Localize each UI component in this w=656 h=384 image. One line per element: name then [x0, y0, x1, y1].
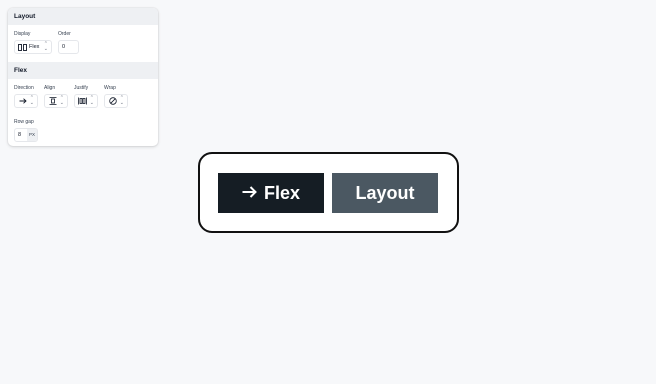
display-label: Display: [14, 31, 31, 37]
direction-select[interactable]: ⌃ ⌄: [14, 94, 38, 108]
flex-container-preview: Flex Layout: [198, 152, 459, 233]
row-gap-row: Row gap 8 PX: [8, 113, 158, 145]
direction-label: Direction: [14, 85, 34, 91]
align-field: Align ⌃ ⌄: [44, 79, 68, 113]
chevron-up-down-icon: ⌃ ⌄: [43, 41, 48, 52]
display-value: Flex: [29, 44, 40, 50]
row-gap-value: 8: [18, 132, 22, 138]
display-field: Display Flex ⌃ ⌄: [14, 25, 52, 62]
display-select[interactable]: Flex ⌃ ⌄: [14, 40, 52, 54]
wrap-select[interactable]: ⌃ ⌄: [104, 94, 128, 108]
no-wrap-icon: [108, 97, 117, 105]
order-input[interactable]: 0: [58, 40, 79, 54]
justify-icon: [78, 97, 87, 105]
row-gap-field: Row gap 8 PX: [14, 113, 38, 145]
justify-label: Justify: [74, 85, 89, 91]
order-field: Order 0: [58, 25, 79, 62]
wrap-label: Wrap: [104, 85, 116, 91]
chevron-up-down-icon: ⌃ ⌄: [59, 95, 64, 106]
align-label: Align: [44, 85, 56, 91]
layout-section-title: Layout: [8, 8, 158, 25]
justify-select[interactable]: ⌃ ⌄: [74, 94, 98, 108]
flex-button-label: Flex: [263, 182, 301, 203]
justify-field: Justify ⌃ ⌄: [74, 79, 98, 113]
flex-section-title: Flex: [8, 62, 158, 79]
chevron-up-down-icon: ⌃ ⌄: [119, 95, 124, 106]
row-gap-unit[interactable]: PX: [26, 129, 37, 141]
arrow-right-icon: [18, 97, 27, 105]
chevron-up-down-icon: ⌃ ⌄: [89, 95, 94, 106]
order-label: Order: [58, 31, 71, 37]
row-gap-input[interactable]: 8 PX: [14, 128, 38, 142]
flex-button[interactable]: Flex: [218, 173, 324, 213]
layout-button[interactable]: Layout: [332, 173, 438, 213]
direction-field: Direction ⌃ ⌄: [14, 79, 38, 113]
row-gap-label: Row gap: [14, 119, 34, 125]
flex-row: Direction ⌃ ⌄ Align ⌃ ⌄ Justify ⌃ ⌄ Wrap…: [8, 79, 158, 113]
properties-panel: Layout Display Flex ⌃ ⌄ Order 0 Flex Dire…: [8, 8, 158, 146]
align-center-icon: [48, 97, 57, 105]
flex-layout-icon: [18, 43, 27, 51]
order-value: 0: [62, 44, 66, 50]
arrow-right-icon: [242, 183, 257, 203]
chevron-up-down-icon: ⌃ ⌄: [29, 95, 34, 106]
layout-button-label: Layout: [355, 182, 415, 203]
layout-row: Display Flex ⌃ ⌄ Order 0: [8, 25, 158, 62]
align-select[interactable]: ⌃ ⌄: [44, 94, 68, 108]
wrap-field: Wrap ⌃ ⌄: [104, 79, 128, 113]
